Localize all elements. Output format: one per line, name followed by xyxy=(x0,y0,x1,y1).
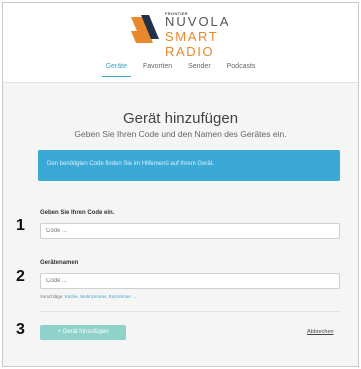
brand-name-line1: NUVOLA xyxy=(165,14,231,29)
page-subtitle: Geben Sie Ihren Code und den Namen des G… xyxy=(74,129,287,139)
main-nav: Geräte Favoriten Sender Podcasts xyxy=(3,60,358,82)
form-divider xyxy=(40,311,340,312)
name-suggestions: Vorschläge: Küche, Wohnzimmer, Esszimmer… xyxy=(40,294,136,299)
app-frame: FRONTIER NUVOLA SMART RADIO Geräte Favor… xyxy=(2,2,359,367)
code-label: Geben Sie Ihren Code ein. xyxy=(40,210,115,216)
radio-waves-logo-icon xyxy=(131,15,159,43)
suggestions-list[interactable]: Küche, Wohnzimmer, Esszimmer ... xyxy=(65,294,136,299)
device-name-label: Gerätenamen xyxy=(40,260,79,266)
nav-tab-geraete[interactable]: Geräte xyxy=(101,60,131,77)
annotation-marker-3: 3 xyxy=(16,321,25,338)
nav-tab-podcasts[interactable]: Podcasts xyxy=(223,60,260,76)
nav-tab-sender[interactable]: Sender xyxy=(184,60,215,76)
annotation-marker-2: 2 xyxy=(16,268,25,285)
suggestions-prefix: Vorschläge: xyxy=(40,294,64,299)
nav-tab-favoriten[interactable]: Favoriten xyxy=(139,60,176,76)
code-input[interactable] xyxy=(40,223,340,239)
header: FRONTIER NUVOLA SMART RADIO Geräte Favor… xyxy=(3,3,358,89)
info-banner: Den benötigten Code finden Sie im Hilfem… xyxy=(38,150,340,181)
main-content: Gerät hinzufügen Geben Sie Ihren Code un… xyxy=(3,83,358,366)
brand-name-line2: SMART RADIO xyxy=(165,29,219,59)
add-device-button[interactable]: + Gerät hinzufügen xyxy=(40,325,126,340)
annotation-marker-1: 1 xyxy=(16,217,25,234)
page-title: Gerät hinzufügen xyxy=(122,110,239,127)
cancel-link[interactable]: Abbrechen xyxy=(307,329,334,335)
brand-logo[interactable]: FRONTIER NUVOLA SMART RADIO xyxy=(129,11,249,59)
device-name-input[interactable] xyxy=(40,273,340,289)
